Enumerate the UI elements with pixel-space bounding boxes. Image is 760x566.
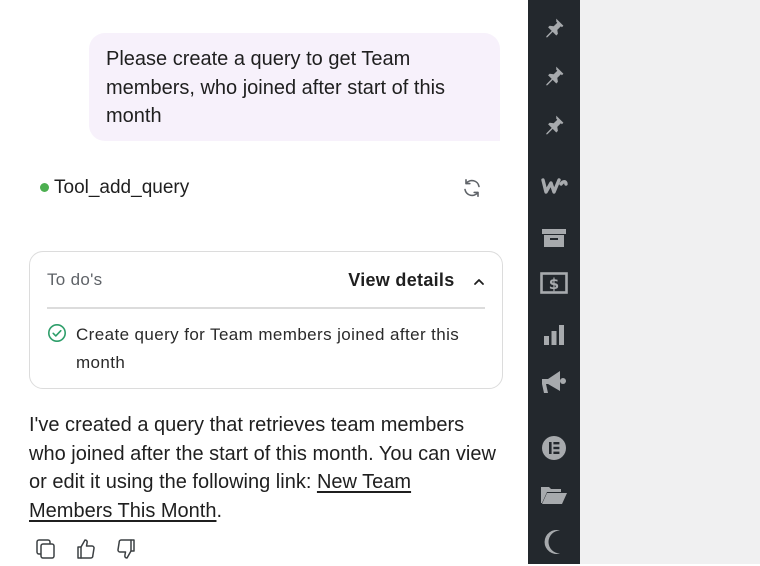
- megaphone-icon[interactable]: [540, 368, 568, 396]
- elementor-icon[interactable]: [540, 434, 568, 462]
- assistant-message-text: I've created a query that retrieves team…: [29, 414, 496, 493]
- admin-sidebar: $: [528, 0, 580, 564]
- todo-divider: [47, 307, 485, 309]
- pin-icon[interactable]: [540, 14, 568, 42]
- folder-icon[interactable]: [540, 481, 568, 509]
- assistant-message: I've created a query that retrieves team…: [29, 411, 499, 525]
- chat-panel: Please create a query to get Team member…: [0, 0, 528, 564]
- tool-status-dot: [40, 183, 49, 192]
- bar-chart-icon[interactable]: [540, 320, 568, 348]
- archive-icon[interactable]: [540, 224, 568, 252]
- thumbs-down-icon[interactable]: [114, 537, 138, 561]
- pin-icon[interactable]: [540, 111, 568, 139]
- chevron-up-icon: [473, 275, 485, 293]
- todo-card: To do's View details Create query for Te…: [29, 251, 503, 389]
- user-message-bubble: Please create a query to get Team member…: [89, 33, 500, 141]
- tool-call-row: Tool_add_query: [40, 174, 490, 202]
- money-icon[interactable]: $: [540, 269, 568, 297]
- todo-title: To do's: [47, 270, 103, 289]
- content-background: [580, 0, 760, 564]
- user-message-text: Please create a query to get Team member…: [106, 48, 446, 127]
- todo-item-text: Create query for Team members joined aft…: [76, 325, 460, 372]
- svg-text:$: $: [549, 275, 559, 293]
- view-details-button[interactable]: View details: [348, 268, 485, 292]
- todo-header: To do's View details: [47, 268, 485, 292]
- refresh-icon[interactable]: [460, 176, 484, 200]
- view-details-label: View details: [348, 270, 455, 290]
- assistant-message-end: .: [216, 499, 223, 522]
- copy-icon[interactable]: [34, 537, 58, 561]
- woocommerce-icon[interactable]: [540, 172, 568, 200]
- moon-icon[interactable]: [540, 528, 568, 556]
- thumbs-up-icon[interactable]: [74, 537, 98, 561]
- pin-icon[interactable]: [540, 62, 568, 90]
- check-circle-icon: [47, 323, 67, 343]
- tool-call-name: Tool_add_query: [54, 177, 190, 198]
